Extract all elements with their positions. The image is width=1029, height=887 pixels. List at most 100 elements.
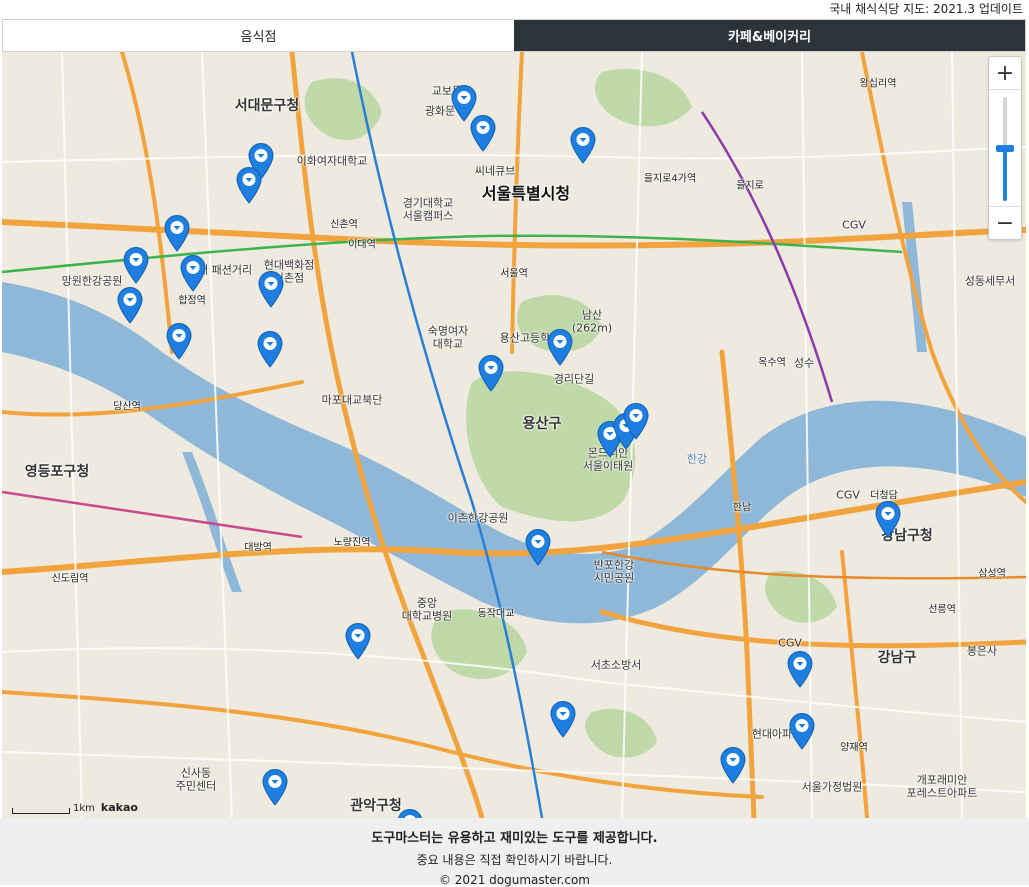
- map-pin-icon: [166, 323, 192, 360]
- zoom-out-button[interactable]: −: [989, 206, 1021, 239]
- label-kyonggi-univ: 경기대학교 서울캠퍼스: [402, 196, 454, 222]
- label-cgv-3: CGV: [778, 636, 802, 650]
- zoom-slider-handle[interactable]: [996, 145, 1014, 152]
- label-yeongdeungpo-gu: 영등포구청: [24, 463, 90, 480]
- label-gangnam: 강남구: [877, 649, 917, 666]
- cafe-marker[interactable]: [477, 354, 505, 392]
- label-seocho-fire: 서초소방서: [590, 658, 642, 672]
- cafe-marker[interactable]: [235, 166, 263, 204]
- label-bongeunsa: 봉은사: [966, 644, 998, 658]
- map-pin-icon: [257, 331, 283, 368]
- footer-tagline: 도구마스터는 유용하고 재미있는 도구를 제공합니다.: [371, 831, 658, 846]
- label-yongsan-gu: 용산구: [522, 415, 562, 432]
- map-pin-icon: [547, 329, 573, 366]
- label-yangjae: 양재역: [840, 742, 868, 754]
- map-pin-icon: [258, 271, 284, 308]
- cafe-marker[interactable]: [788, 712, 816, 750]
- cafe-marker[interactable]: [549, 700, 577, 738]
- map-pin-icon: [789, 713, 815, 750]
- cafe-marker[interactable]: [719, 746, 747, 784]
- map-pin-icon: [478, 355, 504, 392]
- label-euljiro: 을지로: [736, 180, 764, 192]
- label-daebang: 대방역: [244, 542, 272, 554]
- cafe-marker[interactable]: [165, 322, 193, 360]
- map-pin-icon: [180, 255, 206, 292]
- label-city-hall: 서울특별시청: [481, 183, 571, 203]
- zoom-in-button[interactable]: +: [989, 57, 1021, 90]
- map-pin-icon: [123, 247, 149, 284]
- zoom-slider-fill: [1003, 149, 1007, 201]
- label-sinchon: 신촌역: [330, 219, 358, 231]
- tab-restaurants[interactable]: 음식점: [3, 20, 514, 51]
- label-euljiro4: 을지로4가역: [643, 173, 697, 185]
- label-ewha-univ: 이화여자대학교: [296, 154, 368, 168]
- cafe-marker[interactable]: [569, 126, 597, 164]
- label-oksu: 옥수역: [758, 357, 786, 369]
- label-dangsan: 당산역: [113, 401, 141, 413]
- scale-bar: [12, 808, 70, 814]
- category-tabs: 음식점 카페&베이커리: [2, 19, 1026, 52]
- map-pin-icon: [623, 403, 649, 440]
- map-scale: 1km kakao: [12, 798, 138, 814]
- map-pin-icon: [550, 701, 576, 738]
- label-ewha-station: 이대역: [348, 239, 376, 251]
- cafe-marker[interactable]: [524, 528, 552, 566]
- map-pin-icon: [262, 769, 288, 806]
- cafe-marker[interactable]: [344, 622, 372, 660]
- cafe-marker[interactable]: [874, 500, 902, 538]
- map-pin-icon: [570, 127, 596, 164]
- label-mapo-bridge: 마포대교북단: [321, 393, 383, 407]
- label-cgv-1: CGV: [842, 218, 866, 232]
- cafe-marker[interactable]: [179, 254, 207, 292]
- label-noryangjin: 노량진역: [333, 537, 371, 549]
- cafe-marker[interactable]: [469, 114, 497, 152]
- label-seongdong-tax: 성동세무서: [964, 274, 1016, 288]
- label-cinecube: 씨네큐브: [474, 164, 516, 178]
- cafe-marker[interactable]: [546, 328, 574, 366]
- label-mangwon: 망원한강공원: [61, 274, 123, 288]
- label-sinsa-center: 신사동 주민센터: [175, 766, 217, 792]
- label-dongjak-bridge: 동작대교: [477, 608, 515, 620]
- cafe-marker[interactable]: [116, 286, 144, 324]
- label-banpo-park: 반포한강 시민공원: [593, 558, 635, 584]
- map-provider-logo: kakao: [100, 801, 138, 814]
- cafe-marker[interactable]: [786, 650, 814, 688]
- map-pin-icon: [236, 167, 262, 204]
- label-gwanak-gu: 관악구청: [350, 797, 402, 814]
- label-ichon-park: 이촌한강공원: [447, 511, 509, 525]
- map-pin-icon: [720, 747, 746, 784]
- map-pin-icon: [398, 809, 422, 818]
- cafe-marker[interactable]: [122, 246, 150, 284]
- map-view[interactable]: 서울특별시청 용산구 영등포구청 강남구청 강남구 서대문구청 관악구청 남산(…: [2, 52, 1026, 818]
- cafe-marker[interactable]: [622, 402, 650, 440]
- label-samseong: 삼성역: [978, 568, 1006, 580]
- map-pin-icon: [470, 115, 496, 152]
- label-seoul-station: 서울역: [500, 268, 528, 280]
- label-chungang-hospital: 중앙 대학교병원: [401, 596, 453, 622]
- footer: 도구마스터는 유용하고 재미있는 도구를 제공합니다. 중요 내용은 직접 확인…: [0, 818, 1029, 887]
- map-pin-icon: [117, 287, 143, 324]
- cafe-marker[interactable]: [257, 270, 285, 308]
- label-family-court: 서울가정법원: [801, 780, 863, 794]
- footer-notice: 중요 내용은 직접 확인하시기 바랍니다.: [416, 853, 613, 867]
- map-pin-icon: [345, 623, 371, 660]
- map-pin-icon: [875, 501, 901, 538]
- cafe-marker[interactable]: [163, 214, 191, 252]
- label-gyeongnidan: 경리단길: [553, 372, 595, 386]
- map-pin-icon: [164, 215, 190, 252]
- label-seodaemun-gu: 서대문구청: [234, 97, 300, 114]
- zoom-control: + −: [988, 56, 1022, 240]
- label-cgv-2: CGV: [836, 488, 860, 502]
- map-pin-icon: [787, 651, 813, 688]
- label-sindorim: 신도림역: [51, 573, 89, 585]
- label-namsan: 남산 (262m): [571, 308, 613, 334]
- label-gaepo: 개포래미안 포레스트아파트: [906, 773, 978, 799]
- page-caption: 국내 채식식당 지도: 2021.3 업데이트: [829, 2, 1023, 16]
- cafe-marker[interactable]: [396, 808, 424, 818]
- tab-cafe-bakery[interactable]: 카페&베이커리: [514, 20, 1025, 51]
- label-seongsu: 성수: [793, 356, 815, 370]
- cafe-marker[interactable]: [256, 330, 284, 368]
- cafe-marker[interactable]: [261, 768, 289, 806]
- label-hannam: 한남: [732, 502, 752, 514]
- label-sookmyung: 숙명여자 대학교: [427, 324, 469, 350]
